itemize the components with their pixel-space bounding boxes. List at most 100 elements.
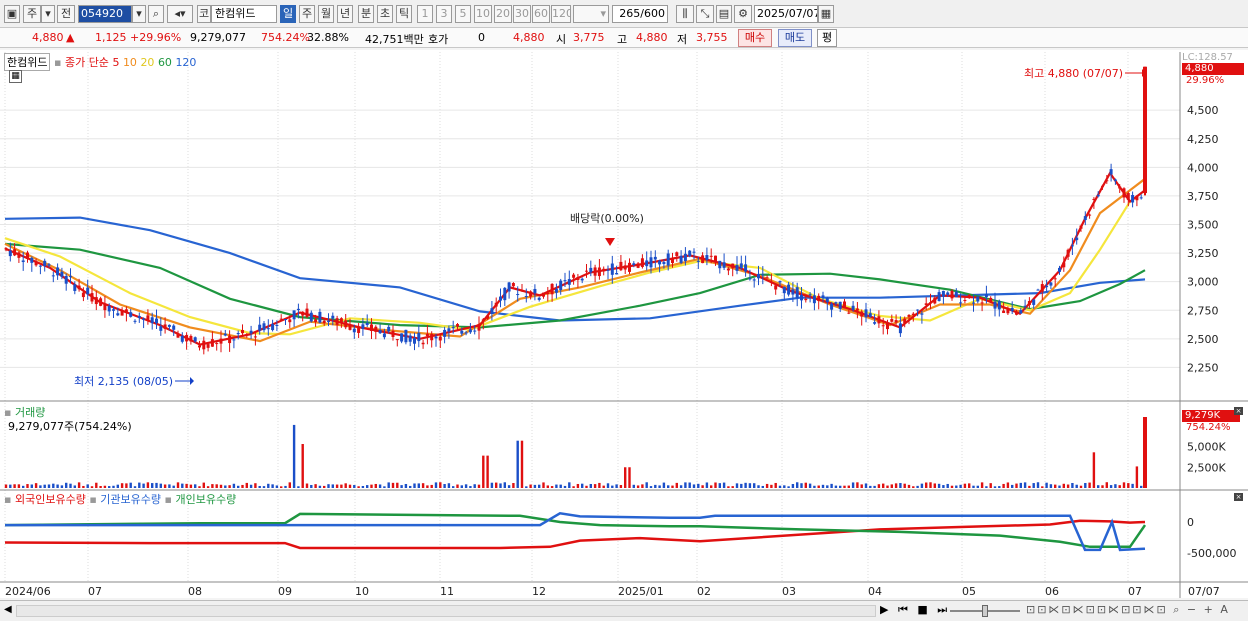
hoga-price: 4,880 — [513, 31, 545, 44]
volume-bar — [1079, 485, 1083, 488]
candle-body — [69, 276, 72, 278]
candle-body — [808, 294, 812, 296]
volume-bar — [340, 484, 343, 488]
calendar-icon[interactable]: ▦ — [818, 5, 834, 23]
candle-type-icon[interactable]: ⫼ — [676, 5, 694, 23]
candle-body — [223, 333, 227, 336]
prev-button[interactable]: 전 — [57, 5, 75, 23]
volume-bar — [202, 482, 205, 488]
average-button[interactable]: 평 — [817, 29, 837, 47]
candle-body — [103, 303, 107, 311]
window-icon[interactable]: ▣ — [4, 5, 20, 23]
candle-body — [391, 330, 395, 337]
stock-code-input[interactable]: 054920 — [78, 5, 132, 23]
buy-button[interactable]: 매수 — [738, 29, 772, 47]
volume-bar — [787, 486, 790, 488]
candle-body — [567, 279, 571, 285]
scroll-left-icon[interactable]: ◀ — [4, 604, 12, 615]
volume-bar — [955, 485, 958, 488]
interval-1[interactable]: 1 — [417, 5, 433, 23]
period-second[interactable]: 초 — [377, 5, 393, 23]
volume-bar — [559, 484, 562, 488]
market-button[interactable]: 주 — [23, 5, 41, 23]
indiv-label[interactable]: 개인보유수량 — [175, 493, 236, 506]
volume-bar — [869, 485, 872, 488]
holding-close-icon[interactable]: × — [1234, 493, 1243, 501]
market-dropdown-icon[interactable]: ▾ — [41, 5, 55, 23]
candle-body — [193, 337, 197, 342]
volume-bar — [396, 482, 399, 488]
nav-buttons[interactable]: ▶ ⏮ ■ ⏭ — [880, 603, 950, 617]
save-icon[interactable]: ▤ — [716, 5, 732, 23]
candle-body — [881, 325, 885, 327]
period-tick[interactable]: 틱 — [396, 5, 412, 23]
candle-body — [907, 314, 911, 317]
candle-body — [1131, 194, 1135, 203]
period-minute[interactable]: 분 — [358, 5, 374, 23]
code-type-button[interactable]: 코 — [197, 5, 211, 23]
period-day[interactable]: 일 — [280, 5, 296, 23]
drawing-tools[interactable]: ⊡⊡⋉⊡⋉⊡⊡⋉⊡⊡⋉⊡ ⌕ − + A — [1026, 603, 1230, 617]
volume-bar — [206, 486, 210, 488]
speaker-icon[interactable]: ◂▾ — [167, 5, 193, 23]
candle-body — [1049, 282, 1053, 286]
candle-body — [241, 329, 244, 334]
candle-body — [438, 336, 442, 341]
candle-body — [941, 290, 945, 297]
chart-area[interactable]: 2024/06 07 08 09 10 11 12 2025/01 02 03 04 05 06 07 07… — [0, 50, 1248, 598]
volume-bar — [482, 455, 485, 488]
period-month[interactable]: 월 — [318, 5, 334, 23]
candle-body — [8, 250, 12, 257]
code-dropdown-icon[interactable]: ▾ — [132, 5, 146, 23]
period-year[interactable]: 년 — [337, 5, 353, 23]
volume-bar — [1075, 484, 1078, 488]
candle-body — [1092, 198, 1096, 200]
interval-20[interactable]: 20 — [494, 5, 512, 23]
volume-bar — [495, 482, 498, 488]
candle-body — [163, 324, 167, 329]
volume-bar — [284, 485, 287, 488]
stock-title[interactable]: 한컴위드 — [4, 53, 51, 71]
interval-60[interactable]: 60 — [532, 5, 550, 23]
interval-5[interactable]: 5 — [455, 5, 471, 23]
candle-body — [916, 309, 920, 311]
candle-body — [150, 317, 154, 324]
table-icon[interactable]: ▦ — [9, 70, 22, 83]
volume-close-icon[interactable]: × — [1234, 407, 1243, 415]
scroll-bar[interactable]: ◀ ▶ ⏮ ■ ⏭ ⊡⊡⋉⊡⋉⊡⊡⋉⊡⊡⋉⊡ ⌕ − + A — [0, 600, 1248, 621]
cross-line-icon[interactable]: ⤡ — [696, 5, 714, 23]
volume-bar — [873, 485, 876, 488]
interval-30[interactable]: 30 — [513, 5, 531, 23]
period-week[interactable]: 주 — [299, 5, 315, 23]
candle-body — [296, 308, 300, 311]
candle-body — [73, 284, 77, 291]
inst-label[interactable]: 기관보유수량 — [100, 493, 161, 506]
candle-body — [30, 257, 34, 263]
ma-label[interactable]: 종가 단순 — [65, 56, 109, 69]
sell-button[interactable]: 매도 — [778, 29, 812, 47]
data-count-field[interactable]: 265/600 — [612, 5, 668, 23]
scroll-track[interactable] — [16, 605, 876, 617]
candle-body — [64, 276, 68, 284]
ma-20: 20 — [140, 56, 155, 69]
holding-tick-label: -500,000 — [1187, 547, 1236, 560]
volume-bar — [159, 483, 162, 488]
stock-name-field[interactable]: 한컴위드 — [211, 5, 277, 23]
zoom-handle[interactable] — [982, 605, 988, 617]
x-tick-label: 2024/06 — [5, 585, 51, 598]
candle-body — [481, 319, 485, 321]
volume-bar — [172, 485, 175, 488]
search-icon[interactable]: ⌕ — [148, 5, 164, 23]
candle-body — [477, 324, 481, 331]
interval-120[interactable]: 120 — [551, 5, 571, 23]
interval-custom-dropdown[interactable]: ▾ — [573, 5, 609, 23]
candle-body — [585, 270, 588, 272]
volume-bar — [843, 485, 846, 488]
gear-icon[interactable]: ⚙ — [734, 5, 752, 23]
interval-10[interactable]: 10 — [474, 5, 492, 23]
candle-body — [1096, 195, 1100, 197]
foreign-label[interactable]: 외국인보유수량 — [15, 493, 86, 506]
interval-3[interactable]: 3 — [436, 5, 452, 23]
volume-bar — [434, 482, 438, 488]
date-field[interactable]: 2025/07/07 — [754, 5, 818, 23]
